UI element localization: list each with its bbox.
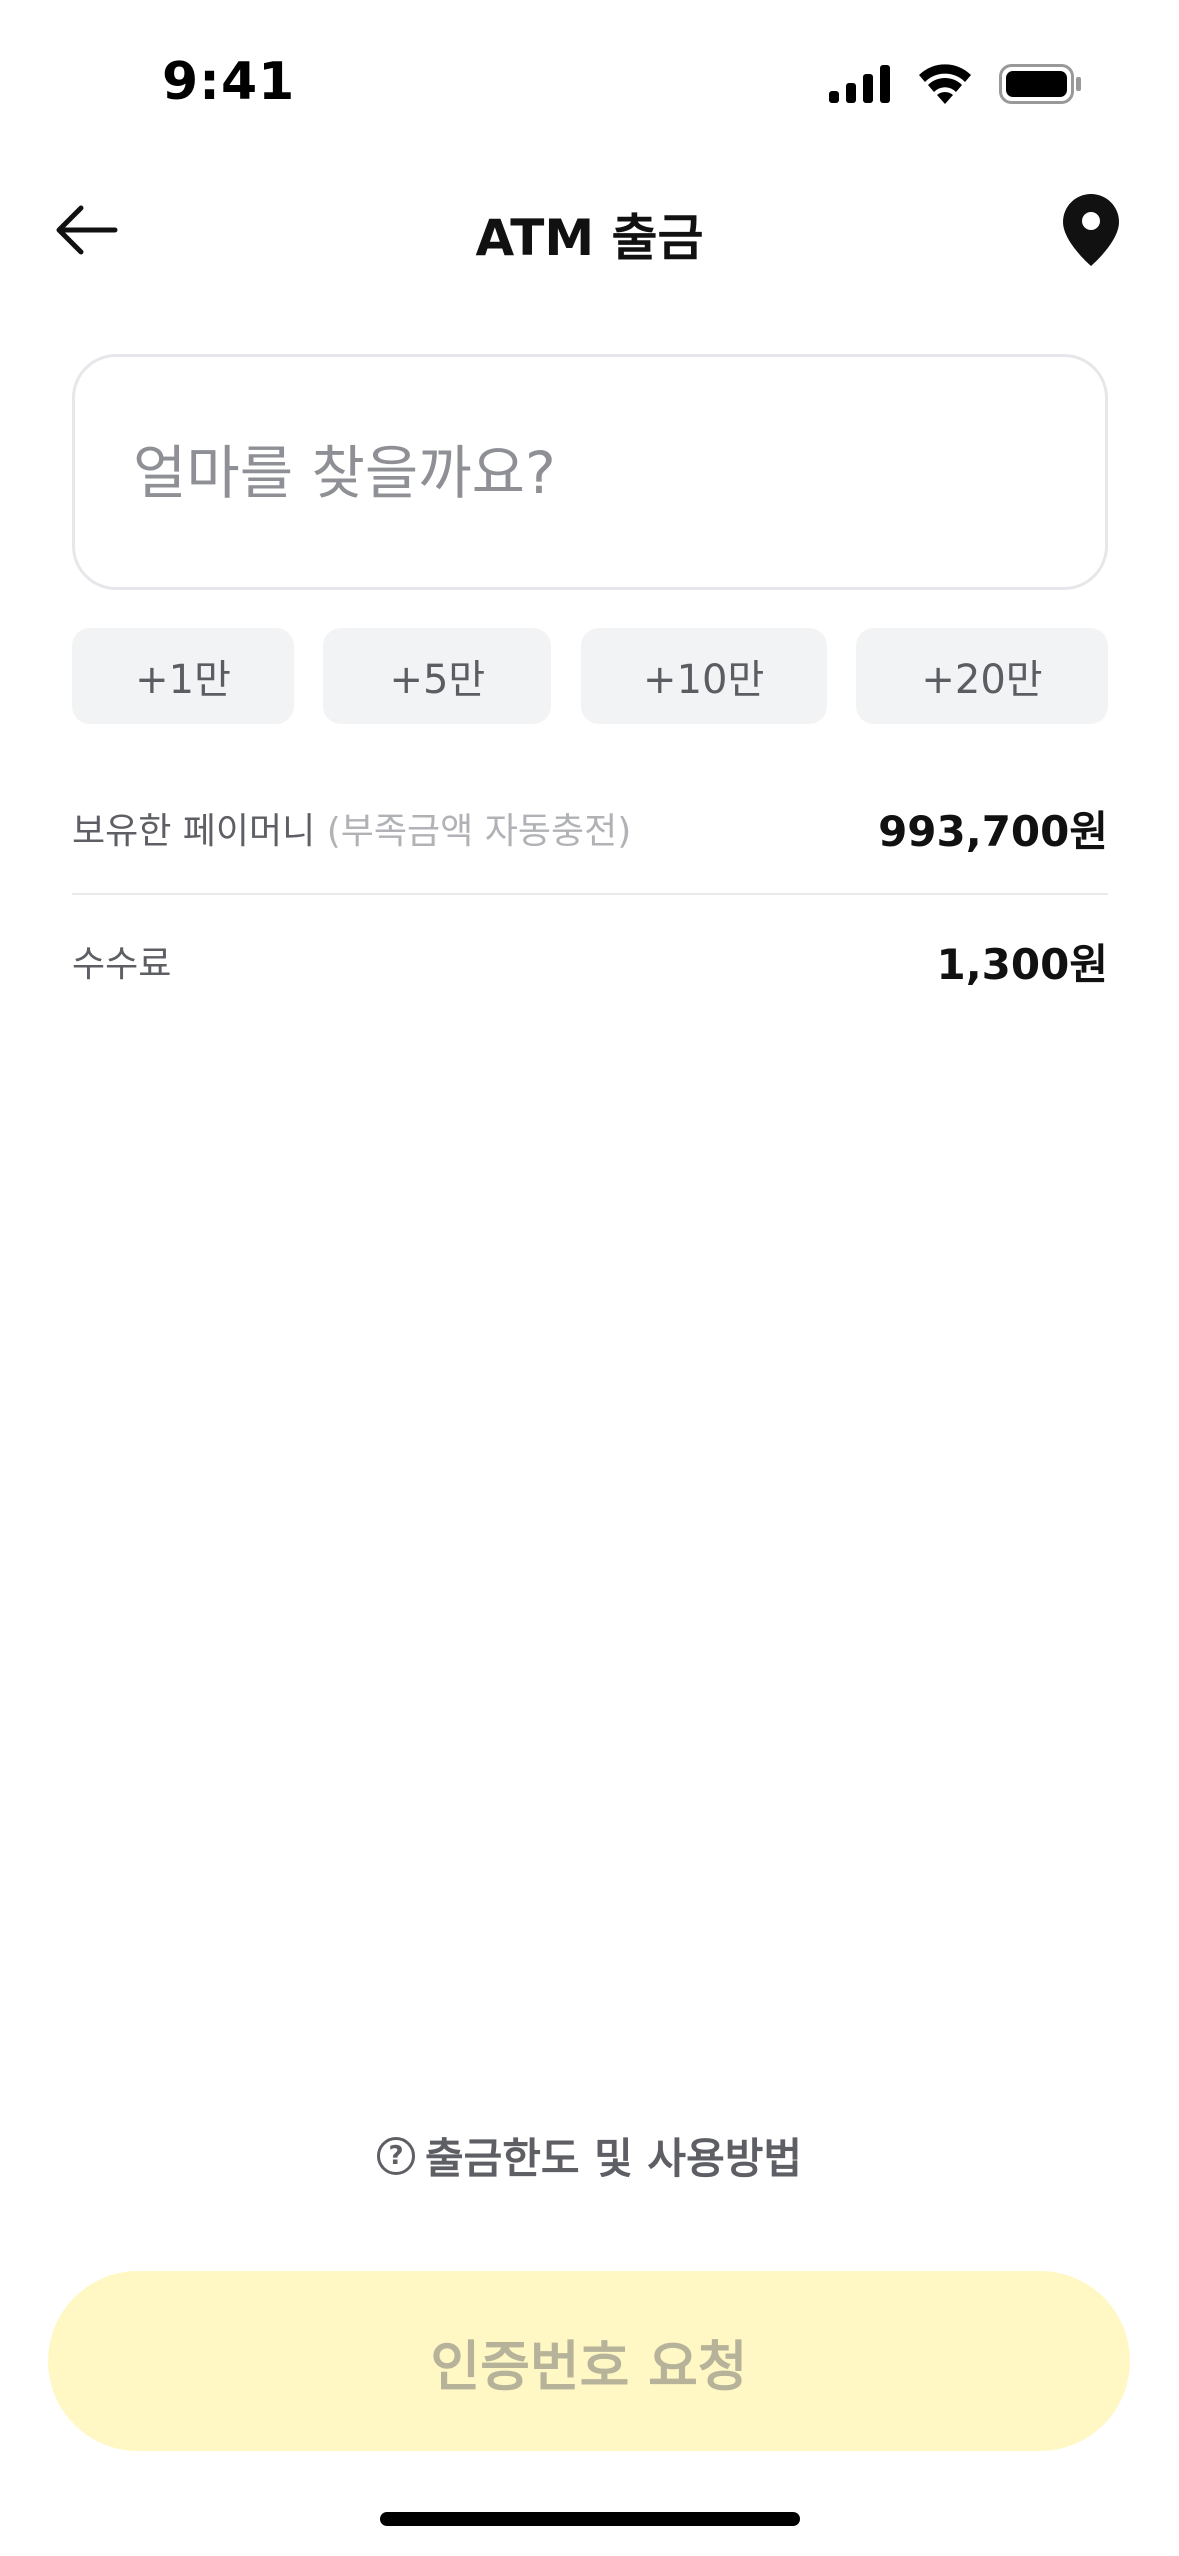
cellular-signal-icon xyxy=(829,65,890,103)
location-button[interactable] xyxy=(1049,182,1133,278)
quick-add-chips: +1만 +5만 +10만 +20만 xyxy=(72,628,1108,724)
balance-value: 993,700원 xyxy=(878,806,1108,856)
question-circle-icon: ? xyxy=(376,2136,415,2175)
quick-add-chip-10k[interactable]: +1만 xyxy=(72,628,294,724)
amount-input-box[interactable] xyxy=(72,354,1108,590)
map-pin-icon xyxy=(1063,194,1119,266)
balance-sub-label: (부족금액 자동충전) xyxy=(326,811,632,852)
quick-add-chip-200k[interactable]: +20만 xyxy=(855,628,1108,724)
balance-label-group: 보유한 페이머니 (부족금액 자동충전) xyxy=(72,802,631,854)
fee-label: 수수료 xyxy=(72,944,172,985)
divider xyxy=(72,893,1108,895)
fee-row: 수수료 1,300원 xyxy=(72,929,1108,993)
home-indicator xyxy=(380,2512,800,2526)
help-link[interactable]: ? 출금한도 및 사용방법 xyxy=(0,2125,1179,2186)
fee-value: 1,300원 xyxy=(936,939,1109,989)
quick-add-chip-50k[interactable]: +5만 xyxy=(323,628,552,724)
status-time: 9:41 xyxy=(162,52,296,112)
quick-add-chip-100k[interactable]: +10만 xyxy=(580,628,827,724)
help-link-label: 출금한도 및 사용방법 xyxy=(424,2134,802,2183)
balance-label: 보유한 페이머니 xyxy=(72,811,316,852)
wifi-icon xyxy=(919,64,971,104)
status-bar: 9:41 xyxy=(0,0,1179,170)
request-verification-button[interactable]: 인증번호 요청 xyxy=(48,2271,1130,2451)
status-icons xyxy=(829,64,1083,104)
page-title: ATM 출금 xyxy=(475,209,704,267)
balance-row: 보유한 페이머니 (부족금액 자동충전) 993,700원 xyxy=(72,796,1108,860)
nav-header: ATM 출금 xyxy=(0,180,1179,280)
amount-input[interactable] xyxy=(131,357,1035,589)
battery-icon xyxy=(999,64,1081,104)
